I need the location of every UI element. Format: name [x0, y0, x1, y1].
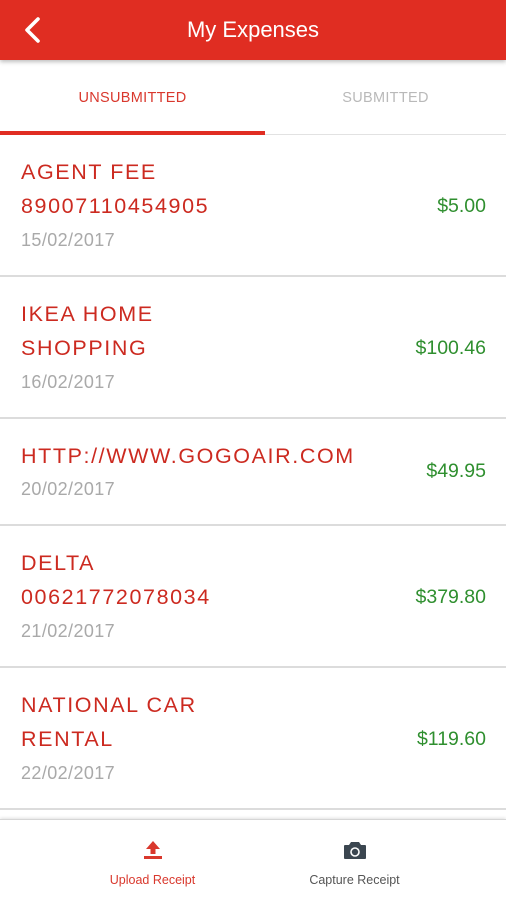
expense-item[interactable]: IKEA HOME SHOPPING 16/02/2017 $100.46 [0, 277, 506, 419]
expense-item[interactable]: NATIONAL CAR RENTAL 22/02/2017 $119.60 [0, 668, 506, 810]
expense-list[interactable]: AGENT FEE 89007110454905 15/02/2017 $5.0… [0, 135, 506, 819]
expense-date: 20/02/2017 [21, 479, 116, 499]
expense-name: DELTA 00621772078034 [21, 551, 211, 609]
expense-date: 15/02/2017 [21, 230, 116, 250]
capture-receipt-button[interactable]: Capture Receipt [228, 820, 481, 900]
expense-name: AGENT FEE 89007110454905 [21, 160, 210, 218]
app-header: My Expenses [0, 0, 506, 60]
expense-amount: $100.46 [415, 337, 487, 359]
expense-name: HTTP://WWW.GOGOAIR.COM [21, 444, 355, 468]
capture-receipt-label: Capture Receipt [309, 873, 400, 887]
expense-amount: $379.80 [415, 586, 487, 608]
upload-icon [143, 841, 162, 859]
camera-icon [343, 842, 366, 859]
expense-amount: $5.00 [437, 195, 486, 217]
expense-item[interactable]: AGENT FEE 89007110454905 15/02/2017 $5.0… [0, 135, 506, 277]
bottom-action-bar: Upload Receipt Capture Receipt [0, 819, 506, 900]
expense-item[interactable]: DELTA 00621772078034 21/02/2017 $379.80 [0, 526, 506, 668]
expense-name: NATIONAL CAR RENTAL [21, 693, 197, 751]
tab-unsubmitted[interactable]: UNSUBMITTED [0, 60, 265, 134]
page-title: My Expenses [186, 17, 320, 42]
expense-amount: $119.60 [416, 728, 486, 750]
expense-date: 21/02/2017 [21, 621, 116, 641]
tab-submitted[interactable]: SUBMITTED [253, 60, 506, 134]
tab-bar: UNSUBMITTED SUBMITTED [0, 60, 506, 135]
expense-amount: $49.95 [426, 460, 486, 482]
expenses-screen: My Expenses UNSUBMITTED SUBMITTED AGENT … [0, 0, 506, 900]
expense-name: IKEA HOME SHOPPING [21, 302, 154, 360]
expense-date: 22/02/2017 [21, 763, 116, 783]
expense-item[interactable]: HTTP://WWW.GOGOAIR.COM 20/02/2017 $49.95 [0, 419, 506, 526]
expense-date: 16/02/2017 [21, 372, 116, 392]
